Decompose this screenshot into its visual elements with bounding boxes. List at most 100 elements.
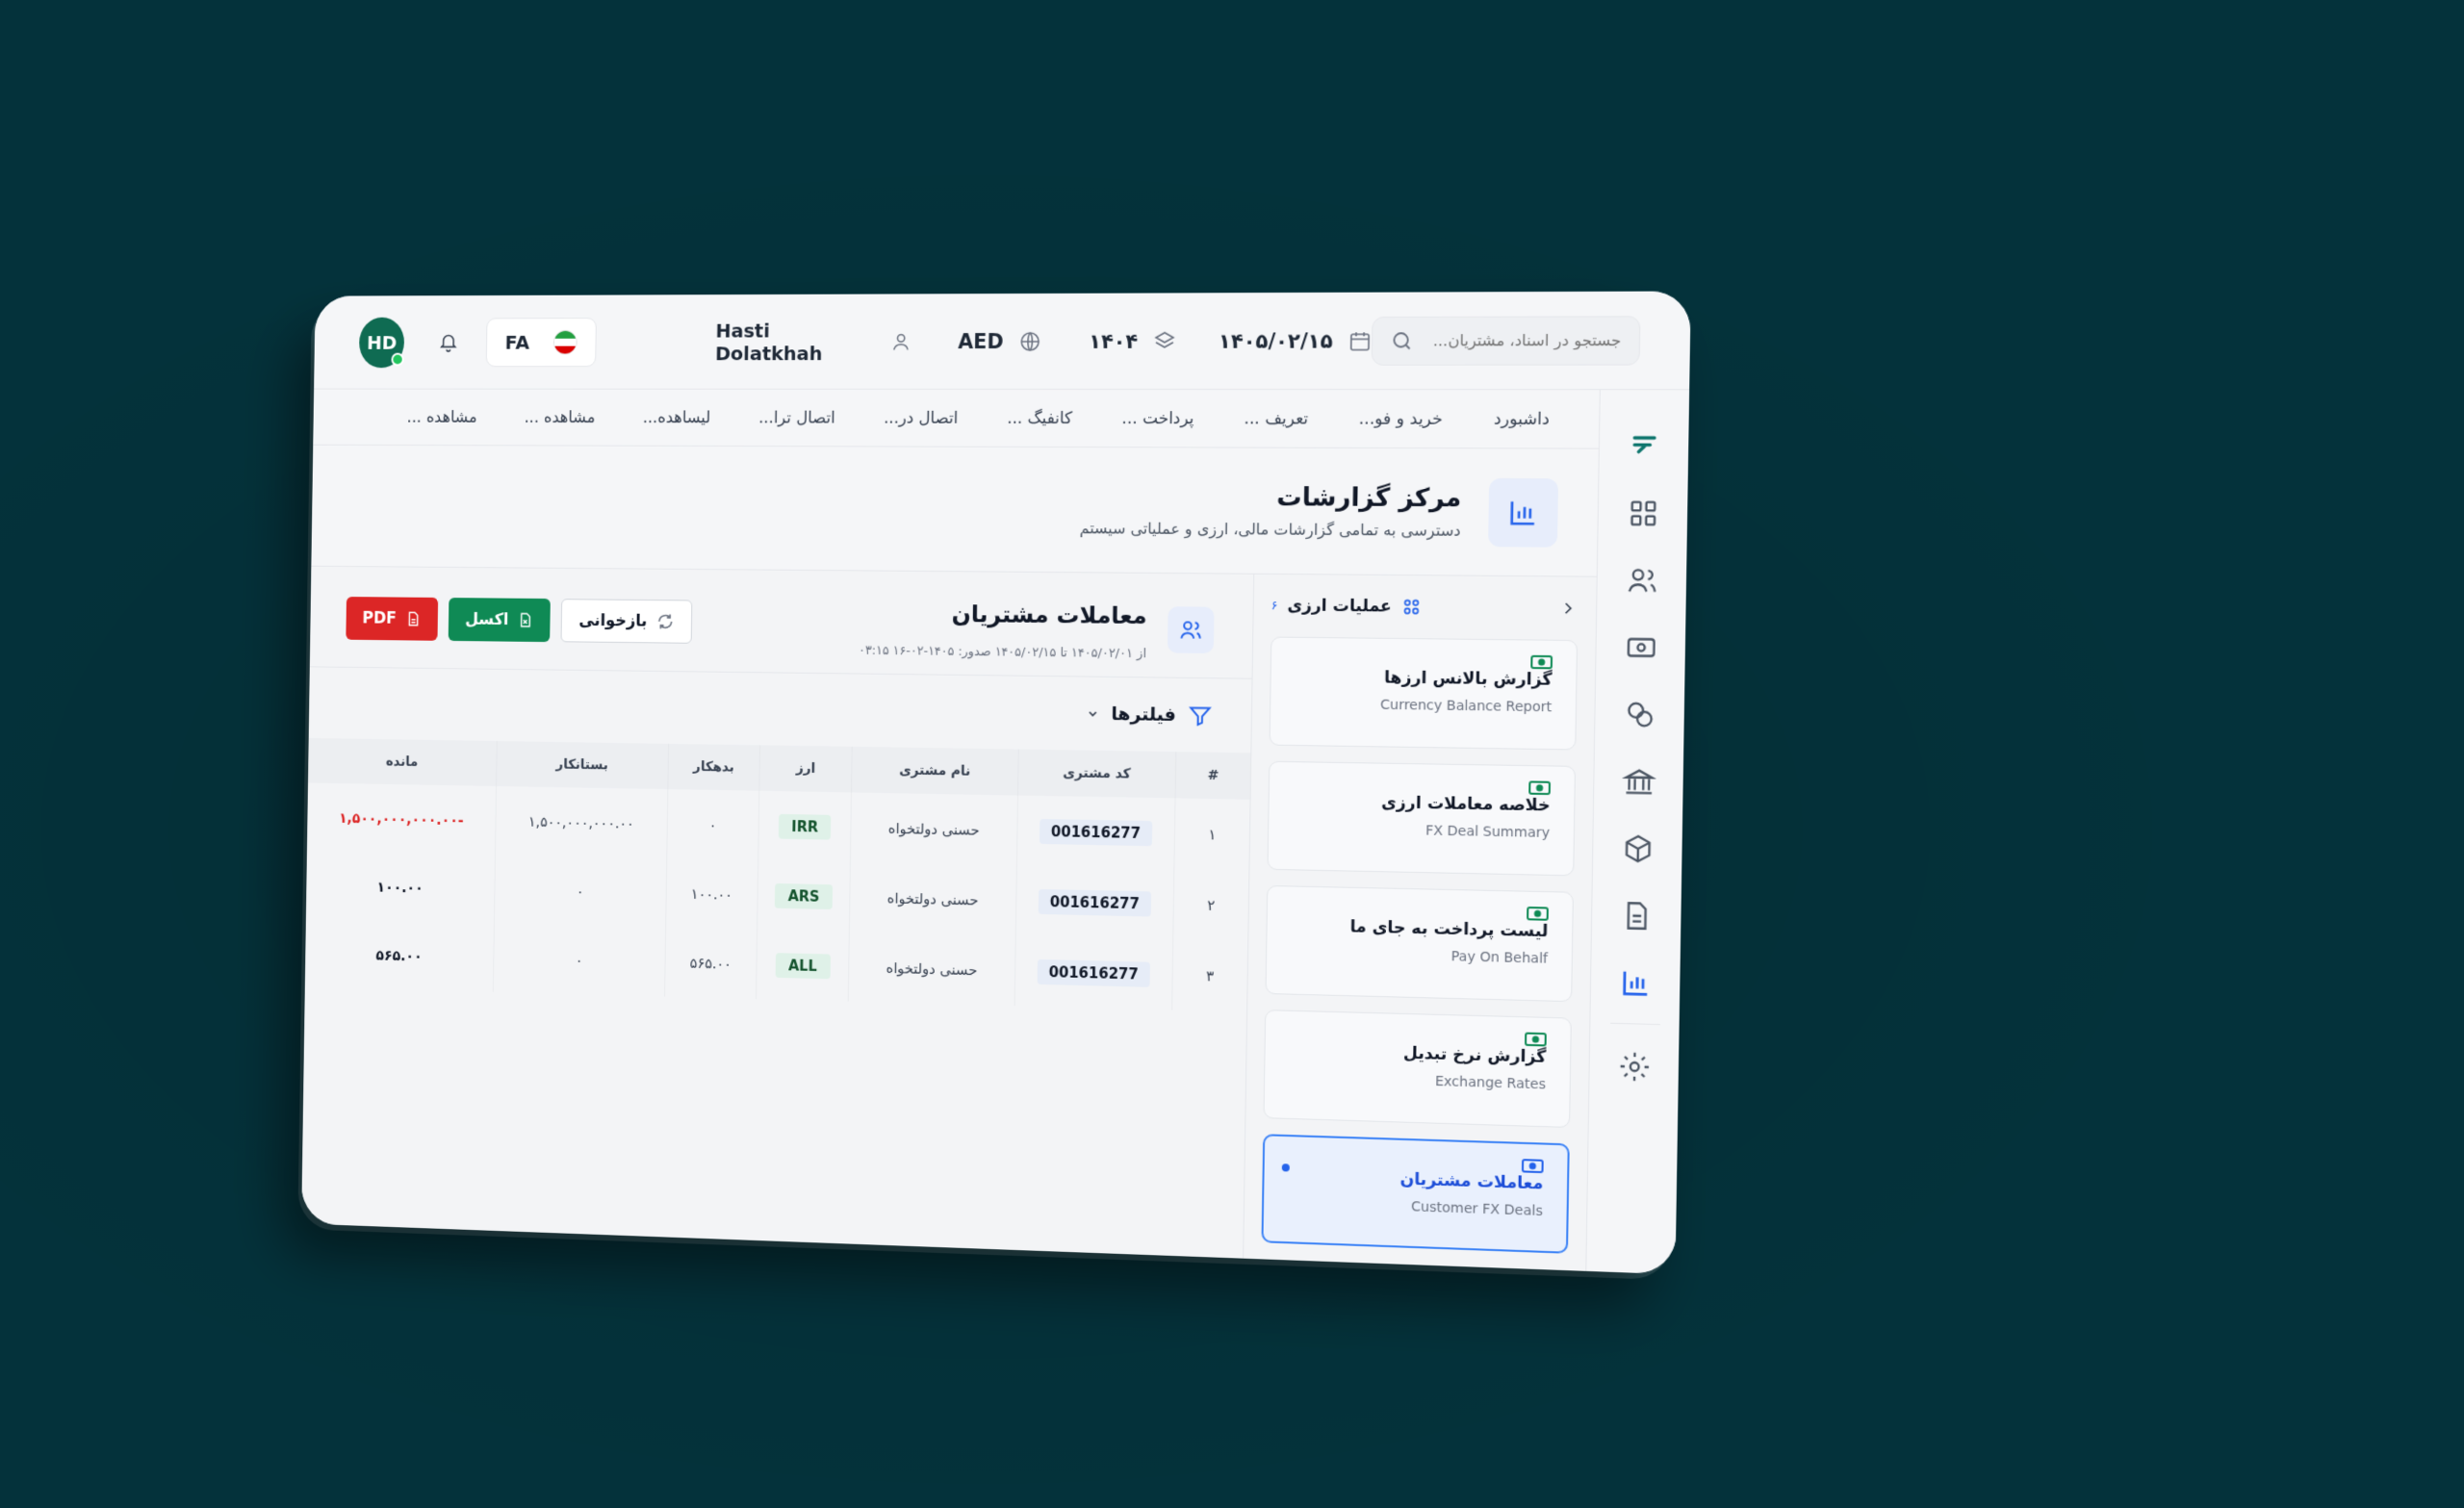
report-content: معاملات مشتریان از ۱۴۰۵/۰۲/۰۱ تا ۱۴۰۵/۰۲… [301, 566, 1254, 1259]
language-label: FA [504, 330, 530, 354]
report-group-header[interactable]: عملیات ارزی ۶ [1270, 575, 1578, 640]
bank-icon[interactable] [1622, 765, 1656, 799]
filter-icon [1188, 703, 1213, 728]
menu-item-config[interactable]: کانفیگ ... [983, 408, 1097, 427]
customer-code: 001616277 [1039, 818, 1153, 846]
report-card-fx-deal-summary[interactable]: خلاصه معاملات ارزی FX Deal Summary [1267, 760, 1577, 877]
refresh-icon [656, 612, 675, 631]
grid-icon [1401, 597, 1422, 617]
user-icon [890, 330, 911, 353]
export-pdf-button[interactable]: PDF [346, 597, 439, 641]
export-excel-button[interactable]: اکسل [448, 598, 552, 643]
customer-name: حسنی دولتخواه [849, 861, 1017, 936]
cash-icon[interactable] [1624, 630, 1658, 664]
scene: HD FA Hasti Dolatkhah AED ۱۴۰۴ ۱۴۰۵/۰۲/۱… [0, 0, 2464, 1508]
refresh-label: بازخوانی [578, 611, 648, 631]
menu-item-definitions[interactable]: تعریف ... [1219, 409, 1333, 428]
report-card-subtitle: Exchange Rates [1434, 1073, 1547, 1093]
icon-rail [1585, 390, 1690, 1275]
online-status-dot [391, 352, 405, 366]
currency-selector[interactable]: AED [958, 329, 1041, 353]
chevron-right-icon[interactable] [1558, 599, 1578, 619]
debit-amount: ۰ [666, 789, 759, 860]
date-label: ۱۴۰۵/۰۲/۱۵ [1218, 328, 1333, 353]
report-title: معاملات مشتریان [951, 601, 1147, 630]
file-icon [405, 610, 422, 627]
customer-code-cell: 001616277 [1014, 935, 1174, 1010]
user-name: Hasti Dolatkhah [714, 319, 823, 365]
column-header[interactable]: بستانکار [496, 741, 669, 790]
menu-item-connection-2[interactable]: اتصال ترا... [734, 408, 860, 427]
fiscal-year-selector[interactable]: ۱۴۰۴ [1089, 329, 1176, 352]
currency-cell: IRR [757, 790, 852, 862]
search-input[interactable] [1413, 330, 1622, 350]
menu-item-dashboard[interactable]: داشبورد [1468, 409, 1575, 429]
menu-item-view-1[interactable]: لیساهده... [619, 408, 734, 427]
currency-badge: ARS [774, 882, 834, 909]
customer-name: حسنی دولتخواه [848, 932, 1016, 1007]
cash-badge-icon [1522, 1158, 1544, 1174]
report-card-exchange-rates[interactable]: گزارش نرخ تبدیل Exchange Rates [1263, 1010, 1572, 1128]
report-card-subtitle: Customer FX Deals [1410, 1199, 1544, 1220]
currency-cell: ARS [757, 859, 851, 933]
cash-badge-icon [1530, 654, 1553, 671]
customer-deals-table: # کد مشتری نام مشتری ارز بدهکار بستانکار… [305, 737, 1251, 1012]
customer-code: 001616277 [1038, 888, 1152, 917]
menu-item-view-2[interactable]: مشاهده ... [500, 408, 619, 427]
report-card-subtitle: Pay On Behalf [1450, 949, 1549, 967]
layers-icon [1153, 329, 1176, 352]
column-header[interactable]: مانده [308, 738, 497, 786]
report-card-pay-on-behalf[interactable]: لیست پرداخت به جای ما Pay On Behalf [1265, 884, 1574, 1003]
row-index: ۲ [1173, 868, 1249, 942]
users-icon[interactable] [1625, 564, 1659, 598]
settings-gear-icon[interactable] [1617, 1050, 1652, 1085]
coins-icon[interactable] [1623, 698, 1657, 731]
column-header[interactable]: نام مشتری [851, 746, 1019, 796]
column-header[interactable]: # [1175, 752, 1251, 800]
search-box [1371, 315, 1641, 366]
cash-badge-icon [1528, 780, 1551, 796]
menu-item-buy-sell[interactable]: خرید و فو... [1333, 409, 1468, 429]
report-center-header: مرکز گزارشات دسترسی به تمامی گزارشات مال… [311, 445, 1599, 577]
menu-item-connection-1[interactable]: اتصال در... [860, 408, 983, 427]
main-menu: داشبورد خرید و فو... تعریف ... پرداخت ..… [313, 389, 1600, 449]
report-card-title: گزارش بالانس ارزها [1383, 668, 1553, 690]
report-list-panel: عملیات ارزی ۶ گزارش بالانس ارزها Currenc… [1243, 574, 1597, 1271]
column-header[interactable]: بدهکار [667, 743, 760, 791]
report-card-title: معاملات مشتریان [1399, 1169, 1544, 1194]
search-icon[interactable] [1390, 329, 1414, 352]
balance-amount: -۱,۵۰۰,۰۰۰,۰۰۰.۰۰ [338, 808, 464, 829]
report-group-title: عملیات ارزی [1287, 596, 1393, 617]
column-header[interactable]: کد مشتری [1017, 749, 1177, 799]
currency-badge: ALL [775, 952, 831, 979]
report-card-currency-balance[interactable]: گزارش بالانس ارزها Currency Balance Repo… [1269, 636, 1578, 751]
language-switch[interactable]: FA [485, 317, 597, 367]
avatar-initials: HD [367, 330, 398, 354]
date-selector[interactable]: ۱۴۰۵/۰۲/۱۵ [1218, 328, 1372, 353]
avatar[interactable]: HD [358, 317, 405, 368]
chevron-down-icon [1087, 707, 1100, 721]
rail-divider [1609, 1022, 1660, 1026]
user-menu[interactable]: Hasti Dolatkhah [715, 319, 911, 365]
report-card-title: گزارش نرخ تبدیل [1402, 1043, 1547, 1067]
report-card-customer-fx-deals[interactable]: معاملات مشتریان Customer FX Deals [1261, 1134, 1570, 1254]
filters-label: فیلترها [1111, 703, 1177, 726]
reports-chart-icon[interactable] [1618, 966, 1653, 1001]
page-title: مرکز گزارشات [1276, 483, 1462, 514]
report-date-range: از ۱۴۰۵/۰۲/۰۱ تا ۱۴۰۵/۰۲/۱۵ صدور: ۱۴۰۵-۰… [859, 643, 1147, 662]
row-index: ۱ [1174, 798, 1250, 871]
column-header[interactable]: ارز [758, 745, 853, 793]
document-icon[interactable] [1619, 899, 1654, 933]
credit-amount: ۱,۵۰۰,۰۰۰,۰۰۰.۰۰ [495, 785, 668, 858]
debit-amount: ۵۶۵.۰۰ [664, 927, 757, 1000]
menu-item-payments[interactable]: پرداخت ... [1097, 409, 1219, 428]
package-icon[interactable] [1620, 831, 1655, 866]
balance-amount: ۵۶۵.۰۰ [375, 946, 423, 965]
currency-label: AED [958, 329, 1004, 353]
refresh-button[interactable]: بازخوانی [560, 599, 693, 644]
dashboard-grid-icon[interactable] [1626, 497, 1660, 530]
logo-icon [1627, 429, 1661, 463]
bell-icon[interactable] [439, 331, 459, 353]
menu-item-view-3[interactable]: مشاهده ... [383, 408, 500, 427]
page-subtitle: دسترسی به تمامی گزارشات مالی، ارزی و عمل… [1079, 519, 1461, 540]
